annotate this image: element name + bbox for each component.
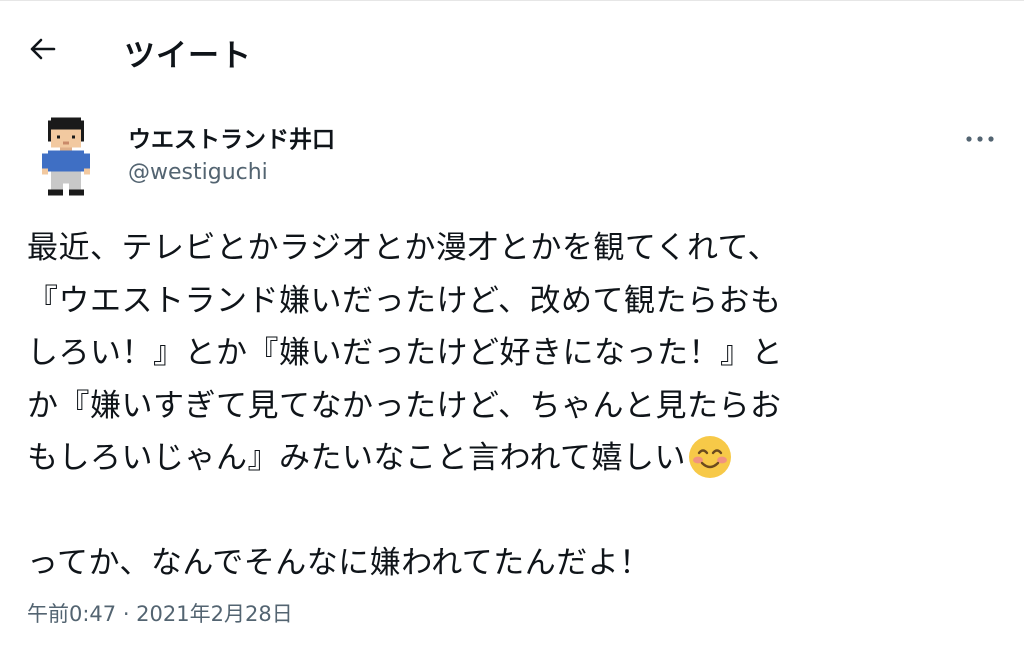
more-options-icon[interactable] [960, 124, 1000, 154]
avatar[interactable] [30, 114, 108, 202]
tweet-line: ってか、なんでそんなに嫌われてたんだよ！ [27, 545, 651, 581]
back-arrow-icon[interactable] [26, 32, 60, 66]
tweet-line: しろい！』とか『嫌いだったけど好きになった！』と [27, 335, 783, 371]
smiling-face-with-blush-emoji-icon [688, 435, 732, 479]
user-handle[interactable]: @westiguchi [128, 160, 268, 185]
tweet-line: 最近、テレビとかラジオとか漫才とかを観てくれて、 [27, 230, 779, 266]
tweet-line: もしろいじゃん』みたいなこと言われて嬉しい [27, 440, 687, 476]
tweet-text: 最近、テレビとかラジオとか漫才とかを観てくれて、 『ウエストランド嫌いだったけど… [27, 222, 1007, 590]
tweet-line: か『嫌いすぎて見てなかったけど、ちゃんと見たらお [27, 387, 782, 424]
page-title: ツイート [124, 38, 252, 74]
pixel-man-avatar-icon [42, 117, 90, 196]
tweet-line: 『ウエストランド嫌いだったけど、改めて観たらおも [27, 282, 782, 319]
tweet-header: ツイート [0, 20, 1024, 80]
author-row: ウエストランド井口 @westiguchi [0, 110, 1024, 210]
display-name[interactable]: ウエストランド井口 [128, 120, 335, 154]
top-border [0, 0, 1024, 1]
tweet-line-with-emoji: もしろいじゃん』みたいなこと言われて嬉しい [27, 432, 1007, 485]
tweet-timestamp[interactable]: 午前0:47 · 2021年2月28日 [27, 598, 293, 628]
